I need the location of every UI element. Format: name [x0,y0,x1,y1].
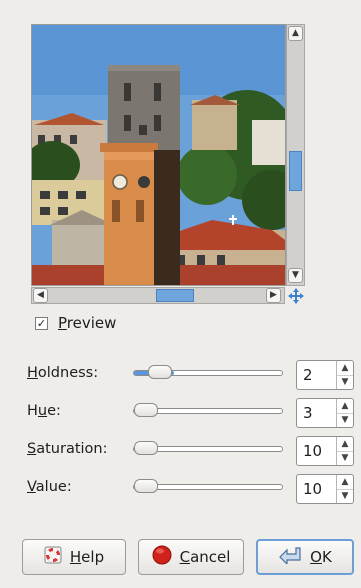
spin-up-icon: ▲ [341,363,349,373]
cancel-button-label: Cancel [179,548,231,566]
hue-slider-knob[interactable] [134,403,158,417]
saturation-increment-button[interactable]: ▲ [337,437,353,452]
cancel-red-circle-icon [152,545,172,569]
holdness-slider-knob[interactable] [148,365,172,379]
help-lifebuoy-icon [44,546,62,568]
hue-slider[interactable] [133,403,283,417]
hue-decrement-button[interactable]: ▼ [337,413,353,427]
help-button-label: Help [69,548,105,566]
saturation-decrement-button[interactable]: ▼ [337,451,353,465]
help-button[interactable]: Help [22,539,126,575]
saturation-slider[interactable] [133,441,283,455]
spin-up-icon: ▲ [341,477,349,487]
spin-down-icon: ▼ [341,415,349,425]
navigate-move-icon[interactable] [287,287,305,305]
hue-spinbutton[interactable]: 3 ▲ ▼ [296,398,354,428]
scroll-left-button[interactable]: ◀ [33,288,48,303]
holdness-spinbutton[interactable]: 2 ▲ ▼ [296,360,354,390]
value-value[interactable]: 10 [303,480,322,498]
hue-value[interactable]: 3 [303,404,313,422]
preview-checkbox[interactable]: ✓ [35,317,48,330]
hue-label: Hue: [27,403,61,419]
saturation-value[interactable]: 10 [303,442,322,460]
scroll-right-button[interactable]: ▶ [266,288,281,303]
value-spinbutton[interactable]: 10 ▲ ▼ [296,474,354,504]
holdness-value[interactable]: 2 [303,366,313,384]
scroll-down-button[interactable]: ▼ [288,268,303,283]
saturation-label: Saturation: [27,441,108,457]
spin-down-icon: ▼ [341,491,349,501]
horizontal-scrollbar[interactable]: ◀ ▶ [31,287,285,304]
chevron-left-icon: ◀ [37,290,44,300]
chevron-right-icon: ▶ [270,290,277,300]
preview-photo [32,25,285,285]
holdness-decrement-button[interactable]: ▼ [337,375,353,389]
preview-image [31,24,286,286]
ok-button-label: OK [310,548,332,566]
spin-down-icon: ▼ [341,377,349,387]
saturation-spinbutton[interactable]: 10 ▲ ▼ [296,436,354,466]
checkmark-icon: ✓ [36,317,47,330]
hue-increment-button[interactable]: ▲ [337,399,353,414]
ok-button[interactable]: OK [256,539,354,575]
spin-up-icon: ▲ [341,401,349,411]
horizontal-scroll-thumb[interactable] [156,289,194,302]
spin-up-icon: ▲ [341,439,349,449]
value-slider-knob[interactable] [134,479,158,493]
chevron-up-icon: ▲ [292,28,299,38]
spin-down-icon: ▼ [341,453,349,463]
saturation-slider-knob[interactable] [134,441,158,455]
value-slider[interactable] [133,479,283,493]
preview-label[interactable]: Preview [58,314,116,332]
vertical-scroll-thumb[interactable] [289,151,302,191]
chevron-down-icon: ▼ [292,270,299,280]
vertical-scrollbar[interactable]: ▲ ▼ [286,24,305,286]
holdness-slider[interactable] [133,365,283,379]
cancel-button[interactable]: Cancel [138,539,244,575]
scroll-up-button[interactable]: ▲ [288,26,303,41]
value-decrement-button[interactable]: ▼ [337,489,353,503]
holdness-label: Holdness: [27,365,99,381]
ok-arrow-icon [278,546,302,568]
value-label: Value: [27,479,72,495]
value-increment-button[interactable]: ▲ [337,475,353,490]
holdness-increment-button[interactable]: ▲ [337,361,353,376]
